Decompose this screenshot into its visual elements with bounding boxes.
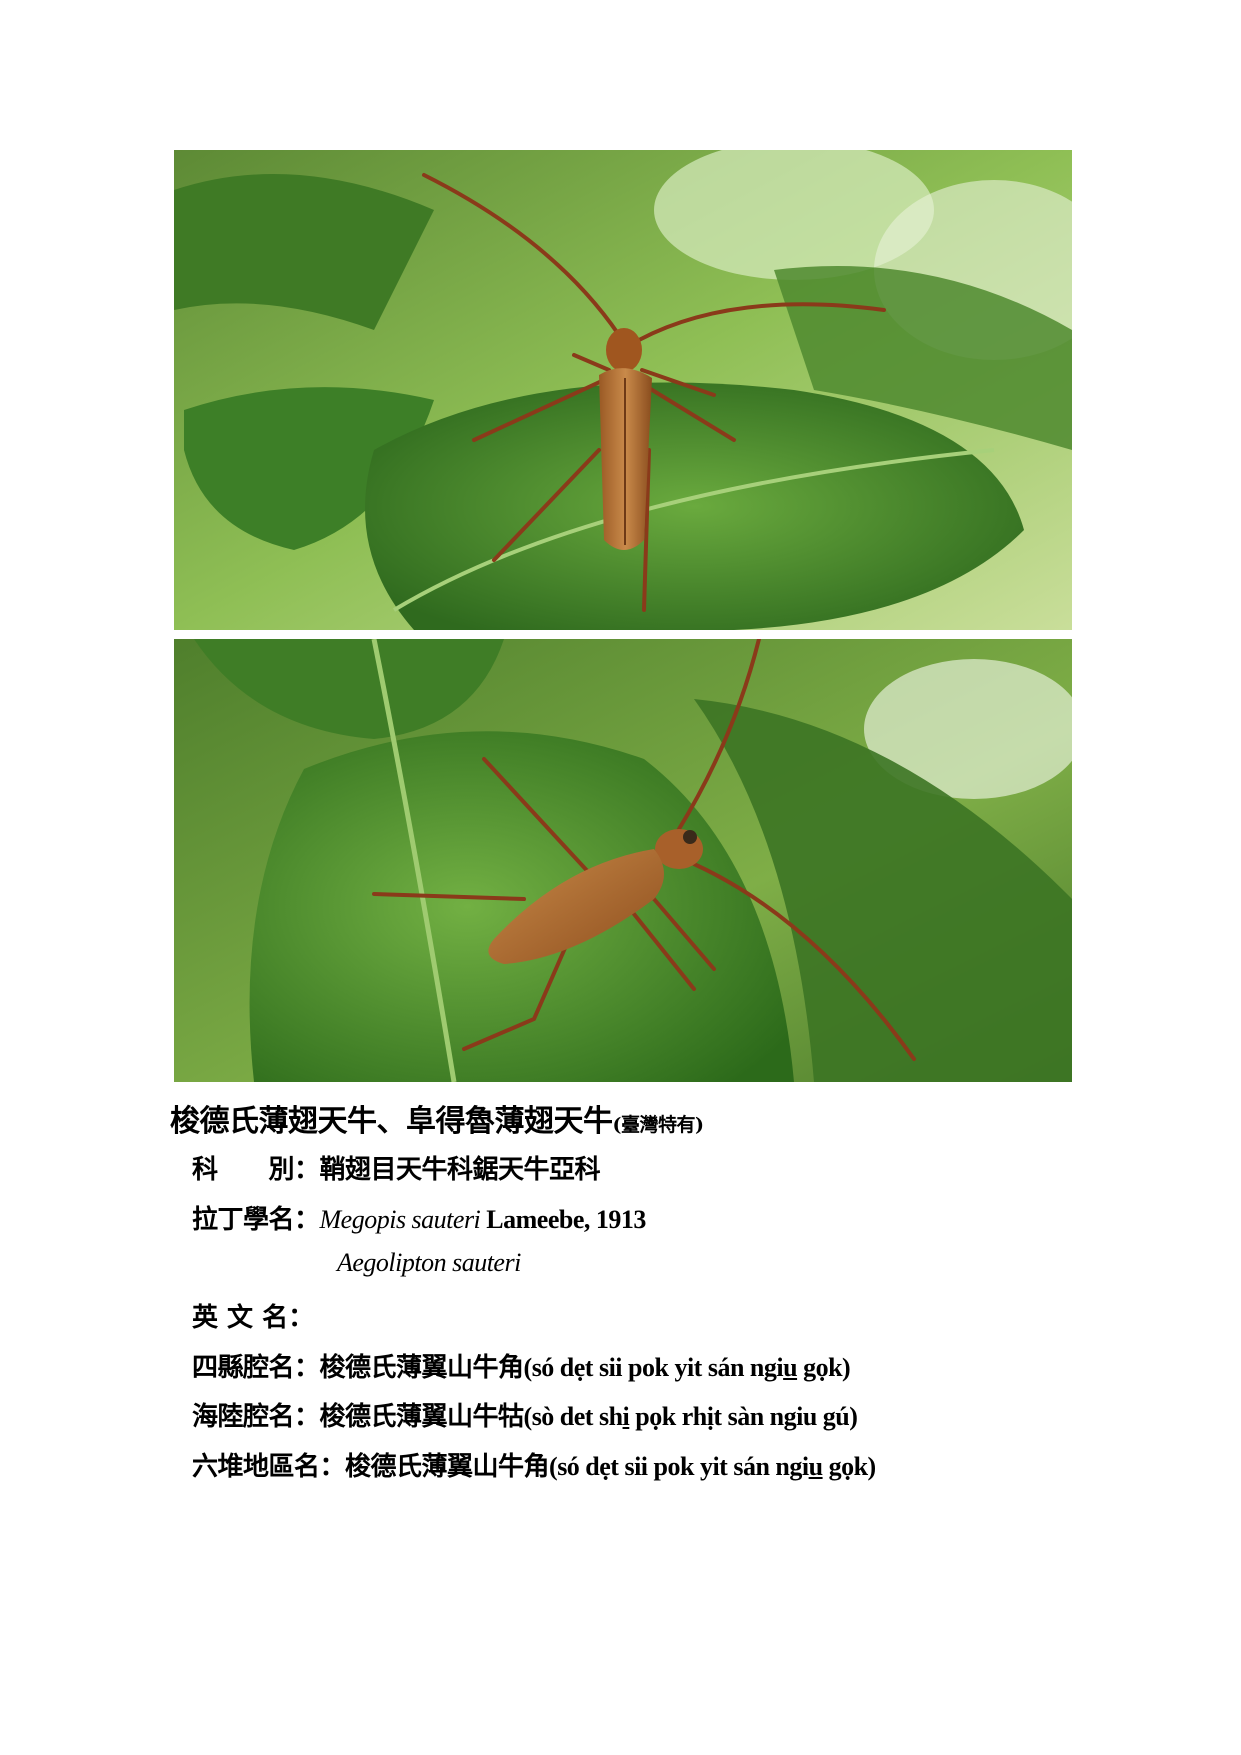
latin-genus-species: Megopis sauteri	[319, 1205, 481, 1234]
family-label: 科 別：	[192, 1155, 320, 1185]
sixian-value: 梭德氏薄翼山牛角	[319, 1353, 525, 1383]
sixian-rom-a: (só dẹt sii pok yit sán ngi	[523, 1353, 784, 1382]
liudui-label: 六堆地區名：	[192, 1452, 346, 1482]
hailu-rom-b: pọk rhịt sàn ngiu gú)	[629, 1402, 858, 1431]
latin-synonym: Aegolipton sauteri	[337, 1248, 521, 1277]
title-main: 梭德氏薄翅天牛、阜得魯薄翅天牛	[170, 1104, 613, 1139]
hailu-name-row: 海陸腔名：梭德氏薄翼山牛牯(sò det shi pọk rhịt sàn ng…	[192, 1396, 858, 1433]
species-title: 梭德氏薄翅天牛、阜得魯薄翅天牛(臺灣特有)	[170, 1096, 704, 1140]
english-label: 英 文 名：	[192, 1303, 315, 1333]
beetle-photo-bottom	[174, 639, 1072, 1082]
hailu-rom-a: (sò det sh	[523, 1402, 624, 1431]
beetle-photo-top	[174, 150, 1072, 630]
liudui-name-row: 六堆地區名：梭德氏薄翼山牛角(só dẹt sii pok yit sán ng…	[192, 1446, 876, 1483]
latin-name-row: 拉丁學名：Megopis sauteri Lameebe, 1913	[192, 1199, 646, 1236]
latin-label: 拉丁學名：	[192, 1205, 320, 1235]
title-note-endemic: (臺灣特有)	[612, 1114, 704, 1136]
latin-author: Lameebe, 1913	[480, 1205, 646, 1234]
sixian-rom-underlined: u	[783, 1353, 798, 1382]
liudui-rom-b: gọk)	[822, 1452, 877, 1481]
hailu-value: 梭德氏薄翼山牛牯	[319, 1402, 525, 1432]
english-name-row: 英 文 名：	[192, 1297, 314, 1334]
sixian-label: 四縣腔名：	[192, 1353, 320, 1383]
hailu-label: 海陸腔名：	[192, 1402, 320, 1432]
liudui-value: 梭德氏薄翼山牛角	[345, 1452, 550, 1482]
latin-synonym-row: Aegolipton sauteri	[337, 1248, 521, 1278]
liudui-rom-a: (só dẹt sii pok yit sán ngi	[549, 1452, 809, 1481]
liudui-rom-underlined: u	[808, 1452, 823, 1481]
sixian-name-row: 四縣腔名：梭德氏薄翼山牛角(só dẹt sii pok yit sán ngi…	[192, 1347, 851, 1384]
family-value: 鞘翅目天牛科鋸天牛亞科	[319, 1155, 601, 1185]
sixian-rom-b: gọk)	[797, 1353, 851, 1382]
family-row: 科 別：鞘翅目天牛科鋸天牛亞科	[192, 1149, 601, 1186]
